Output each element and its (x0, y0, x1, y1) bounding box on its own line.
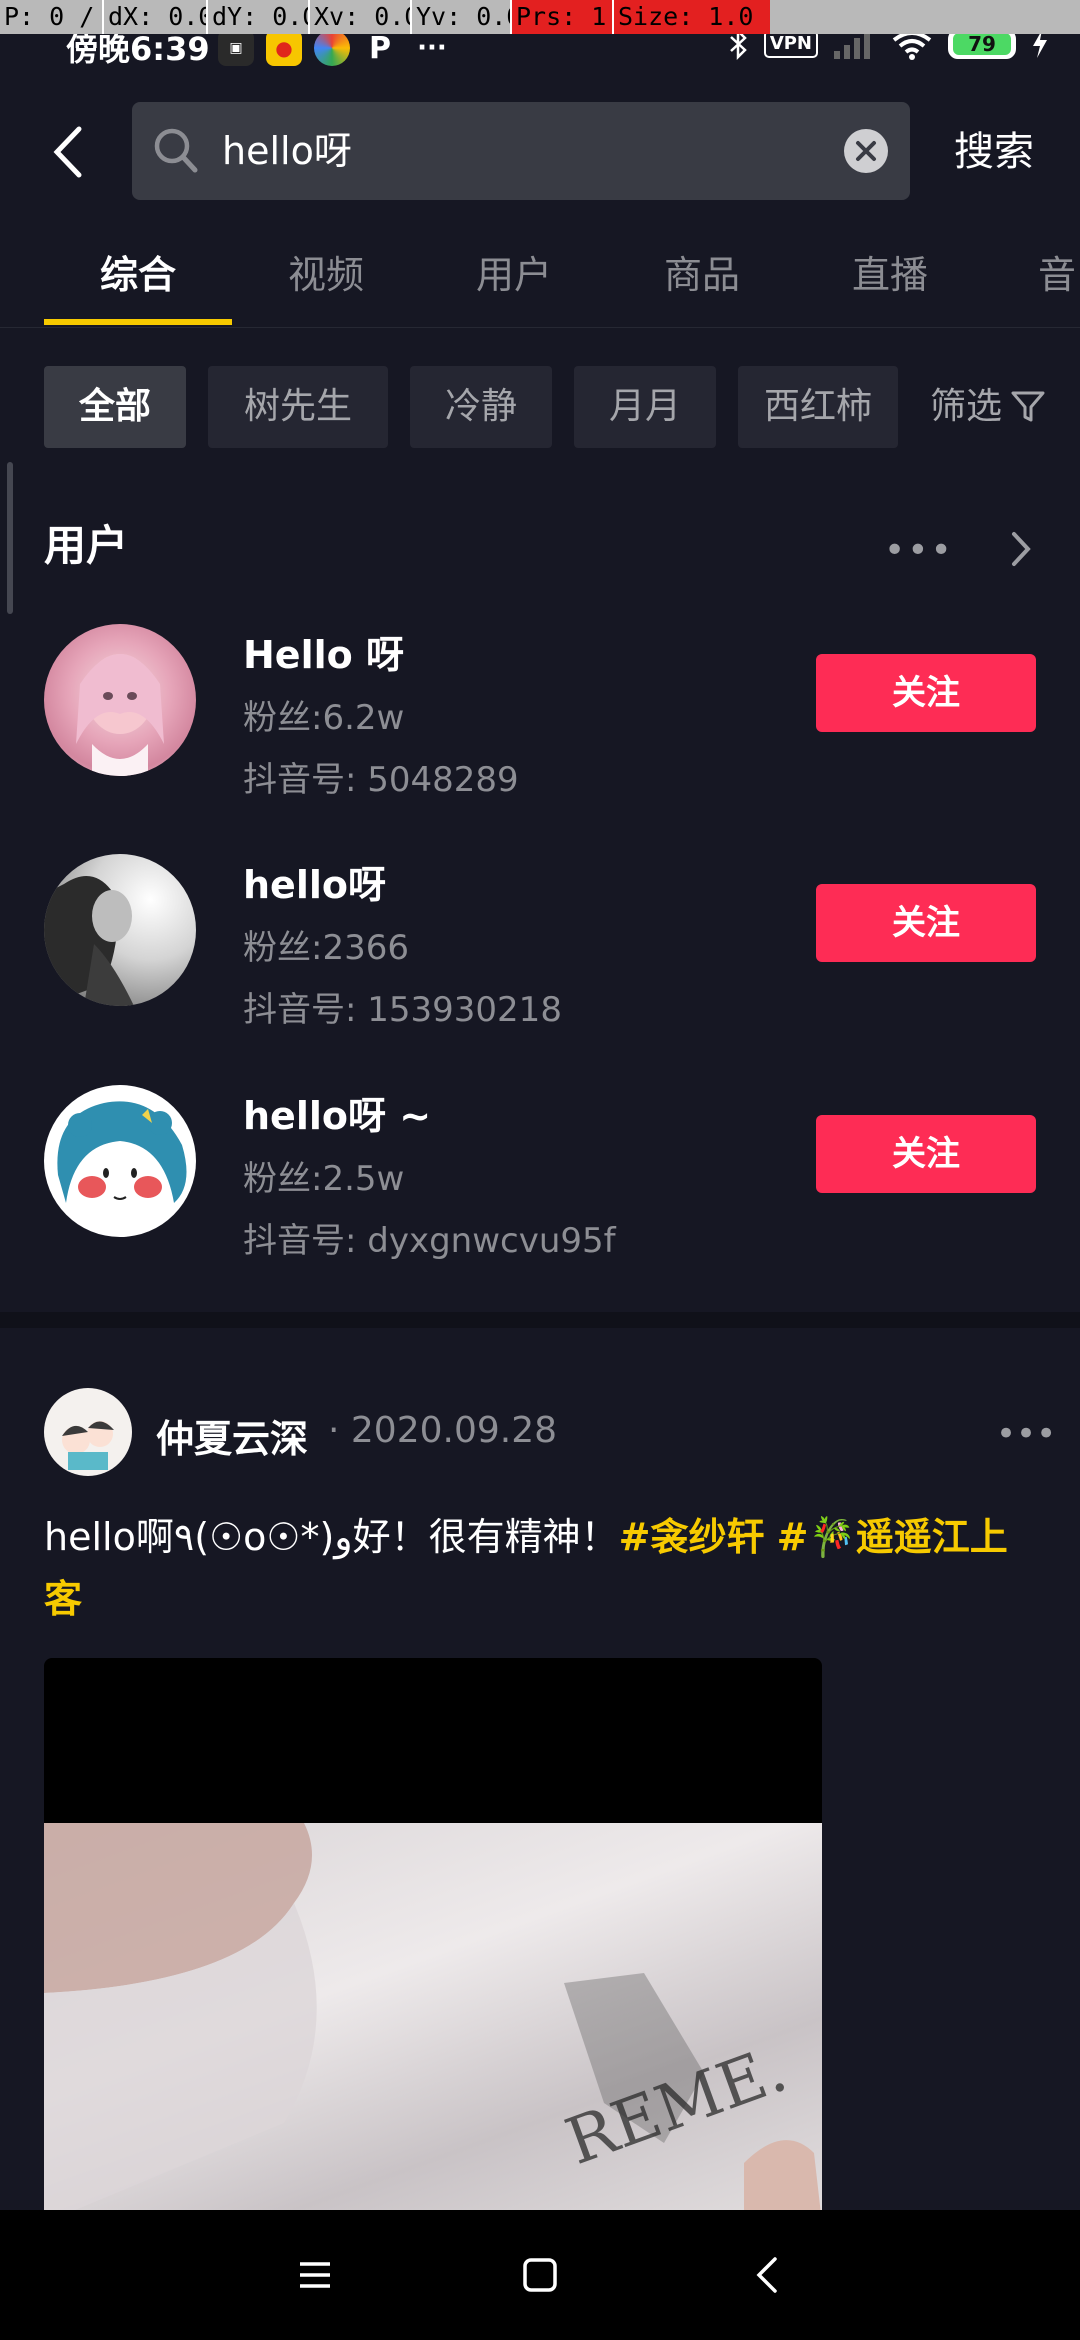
notification-icons: ▣ ● P ··· (218, 30, 454, 66)
tab-live[interactable]: 直播 (834, 240, 946, 326)
users-section-title: 用户 (44, 521, 129, 570)
user-row[interactable]: Hello 呀 粉丝:6.2w 抖音号: 5048289 关注 (0, 624, 1080, 804)
clear-search-icon[interactable] (844, 129, 888, 173)
user-fans: 粉丝:2.5w (243, 1159, 405, 1199)
debug-pressure: Prs: 1.0 (512, 0, 614, 34)
chip-yueyue[interactable]: 月月 (574, 366, 716, 448)
user-id: 抖音号: dyxgnwcvu95f (243, 1221, 616, 1261)
tab-users[interactable]: 用户 (458, 240, 570, 326)
post-video-thumbnail[interactable]: REME. (44, 1658, 822, 2210)
user-name: hello呀 ~ (243, 1094, 432, 1138)
debug-dy: dY: 0.0 (208, 0, 310, 34)
follow-button[interactable]: 关注 (816, 1115, 1036, 1193)
system-navigation-bar (0, 2210, 1080, 2340)
browser-icon (314, 30, 350, 66)
search-icon (154, 128, 198, 173)
filter-chips: 全部 树先生 冷静 月月 西红柿 筛选 (0, 366, 1080, 448)
post-author-name[interactable]: 仲夏云深 (156, 1408, 308, 1463)
menu-icon (300, 2262, 330, 2288)
back-nav-button[interactable] (732, 2240, 802, 2310)
avatar[interactable] (44, 1085, 196, 1237)
tab-products[interactable]: 商品 (646, 240, 758, 326)
user-id: 抖音号: 5048289 (243, 760, 519, 800)
app-notification-icon: ▣ (218, 30, 254, 66)
weibo-icon: ● (266, 30, 302, 66)
section-divider (0, 1312, 1080, 1328)
user-name: hello呀 (243, 863, 386, 907)
more-notifications-icon: ··· (417, 33, 447, 63)
search-query: hello呀 (222, 129, 352, 173)
chevron-right-icon[interactable] (1008, 530, 1034, 568)
scroll-indicator (7, 462, 13, 614)
avatar[interactable] (44, 854, 196, 1006)
search-header: hello呀 搜索 (0, 100, 1080, 204)
filter-button[interactable]: 筛选 (930, 366, 1046, 448)
chip-shuxiansheng[interactable]: 树先生 (208, 366, 388, 448)
follow-button[interactable]: 关注 (816, 884, 1036, 962)
debug-yv: Yv: 0.0 (412, 0, 512, 34)
more-icon[interactable]: ••• (884, 530, 954, 571)
video-frame: REME. (44, 1823, 822, 2210)
post-more-icon[interactable]: ••• (996, 1414, 1056, 1454)
post-date: · 2020.09.28 (328, 1410, 558, 1451)
debug-pointer: P: 0 / 1 (0, 0, 104, 34)
user-row[interactable]: hello呀 粉丝:2366 抖音号: 153930218 关注 (0, 854, 1080, 1034)
vpn-icon: VPN (763, 30, 818, 58)
follow-button[interactable]: 关注 (816, 654, 1036, 732)
debug-overlay: P: 0 / 1 dX: 0.0 dY: 0.0 Xv: 0.0 Yv: 0.0… (0, 0, 1080, 34)
avatar-illustration (76, 654, 164, 776)
avatar-illustration (44, 1388, 132, 1476)
post-hashtag[interactable]: #衾纱轩 (619, 1515, 765, 1559)
search-button[interactable]: 搜索 (954, 100, 1034, 204)
debug-dx: dX: 0.0 (104, 0, 208, 34)
avatar[interactable] (44, 624, 196, 776)
chip-xihongshi[interactable]: 西红柿 (738, 366, 898, 448)
p-app-icon: P (369, 30, 391, 66)
result-tabs: 综合 视频 用户 商品 直播 音 (0, 240, 1080, 328)
tab-videos[interactable]: 视频 (270, 240, 382, 326)
active-tab-indicator (44, 319, 232, 325)
battery-level: 79 (953, 33, 1011, 55)
home-nav-button[interactable] (505, 2240, 575, 2310)
avatar-illustration (57, 1101, 187, 1203)
avatar-illustration (44, 876, 134, 1006)
post-text: hello啊٩(☉o☉*)و好！很有精神！ (44, 1515, 619, 1559)
post-author-avatar[interactable] (44, 1388, 132, 1476)
tab-music[interactable]: 音 (1022, 240, 1080, 326)
search-input[interactable]: hello呀 (132, 102, 910, 200)
chip-lengjing[interactable]: 冷静 (410, 366, 552, 448)
back-arrow-icon (53, 126, 82, 178)
back-triangle-icon (756, 2257, 777, 2293)
debug-size: Size: 1.0 (614, 0, 770, 34)
chip-all[interactable]: 全部 (44, 366, 186, 448)
close-icon (856, 141, 876, 161)
user-fans: 粉丝:6.2w (243, 698, 405, 738)
debug-xv: Xv: 0.0 (310, 0, 412, 34)
home-square-icon (523, 2258, 557, 2292)
filter-label: 筛选 (930, 386, 1003, 427)
user-row[interactable]: hello呀 ~ 粉丝:2.5w 抖音号: dyxgnwcvu95f 关注 (0, 1085, 1080, 1265)
user-fans: 粉丝:2366 (243, 928, 409, 968)
user-name: Hello 呀 (243, 633, 404, 677)
menu-nav-button[interactable] (280, 2240, 350, 2310)
back-button[interactable] (38, 120, 98, 184)
video-frame-illustration: REME. (44, 1823, 821, 2210)
funnel-icon (1011, 391, 1045, 422)
tab-comprehensive[interactable]: 综合 (44, 240, 232, 326)
user-id: 抖音号: 153930218 (243, 990, 562, 1030)
post-caption: hello啊٩(☉o☉*)و好！很有精神！#衾纱轩 #🎋遥遥江上客 (44, 1506, 1044, 1630)
